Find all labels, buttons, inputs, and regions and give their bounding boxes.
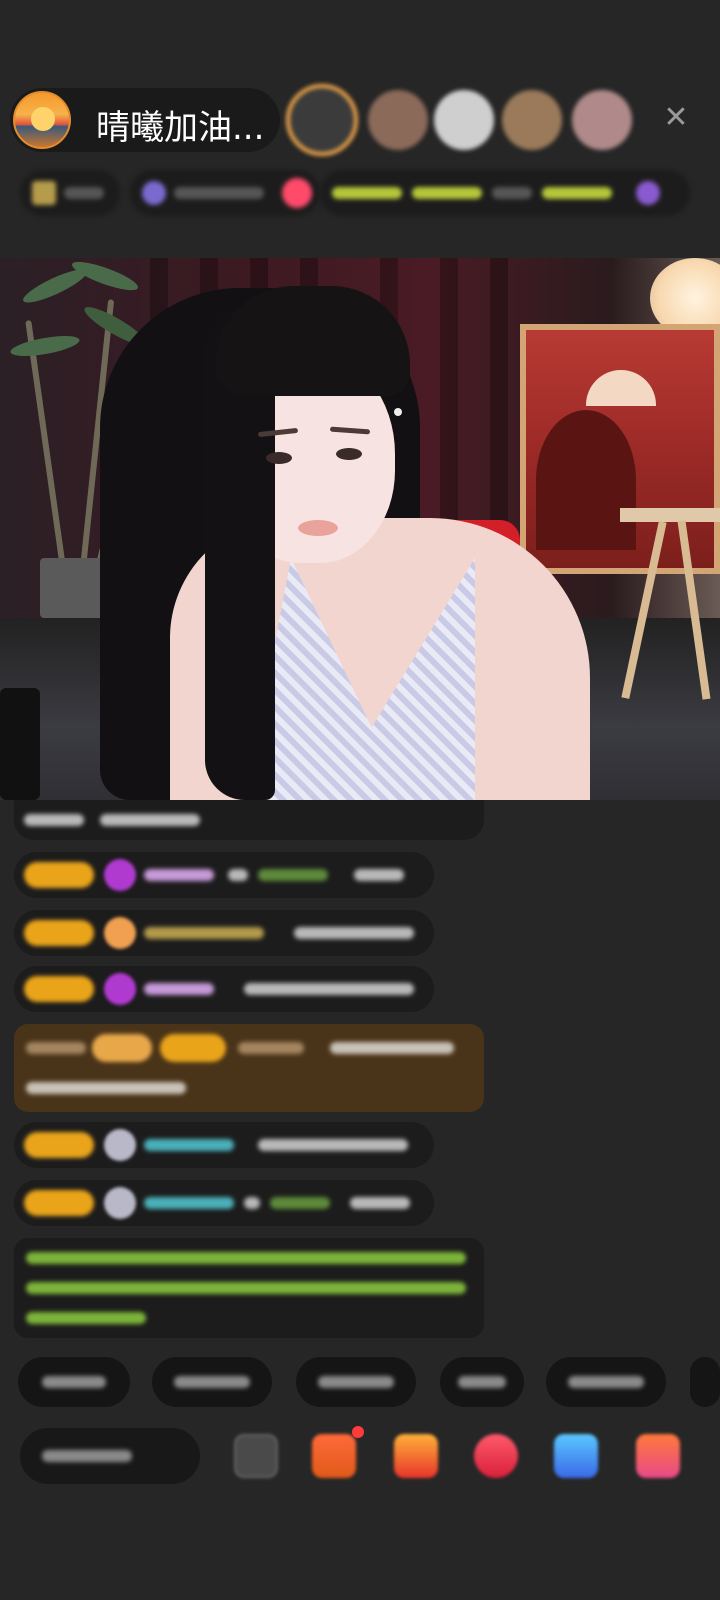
viewer-avatar[interactable] [368, 90, 428, 150]
host-avatar[interactable] [13, 91, 71, 149]
host-info-pill[interactable]: 晴曦加油... [10, 88, 280, 152]
bottom-toolbar [0, 1420, 720, 1490]
chat-message[interactable] [14, 852, 434, 898]
quick-reply-button[interactable] [296, 1357, 416, 1407]
host-name[interactable]: 晴曦加油... [96, 100, 264, 149]
system-notice-message [14, 1238, 484, 1338]
viewer-avatar[interactable] [434, 90, 494, 150]
top-viewer-avatar[interactable] [286, 84, 358, 156]
chat-message[interactable] [14, 1180, 434, 1226]
live-header: 晴曦加油... ✕ [0, 80, 720, 160]
close-icon[interactable]: ✕ [660, 102, 692, 134]
quick-reply-button[interactable] [546, 1357, 666, 1407]
chat-message[interactable] [14, 1122, 434, 1168]
rank-tag[interactable] [20, 170, 120, 216]
emoji-icon[interactable] [234, 1434, 278, 1478]
quick-reply-button[interactable] [690, 1357, 720, 1407]
chat-message[interactable] [14, 966, 434, 1012]
chat-highlight-message[interactable] [14, 1024, 484, 1112]
gift-box-icon[interactable] [312, 1434, 356, 1478]
viewer-avatar[interactable] [572, 90, 632, 150]
quick-reply-row [18, 1357, 720, 1407]
streamer [0, 258, 720, 800]
quick-reply-button[interactable] [440, 1357, 524, 1407]
fans-tag[interactable] [130, 170, 320, 216]
quick-reply-button[interactable] [152, 1357, 272, 1407]
chat-message[interactable] [14, 910, 434, 956]
share-icon[interactable] [554, 1434, 598, 1478]
notification-dot [352, 1426, 364, 1438]
chat-message[interactable] [14, 800, 484, 840]
like-icon[interactable] [474, 1434, 518, 1478]
live-video[interactable] [0, 258, 720, 800]
more-icon[interactable] [636, 1434, 680, 1478]
activity-tag[interactable] [320, 170, 690, 216]
gift-icon[interactable] [394, 1434, 438, 1478]
comment-input[interactable] [20, 1428, 200, 1484]
quick-reply-button[interactable] [18, 1357, 130, 1407]
stream-tags-row [20, 170, 690, 216]
viewer-avatar[interactable] [502, 90, 562, 150]
